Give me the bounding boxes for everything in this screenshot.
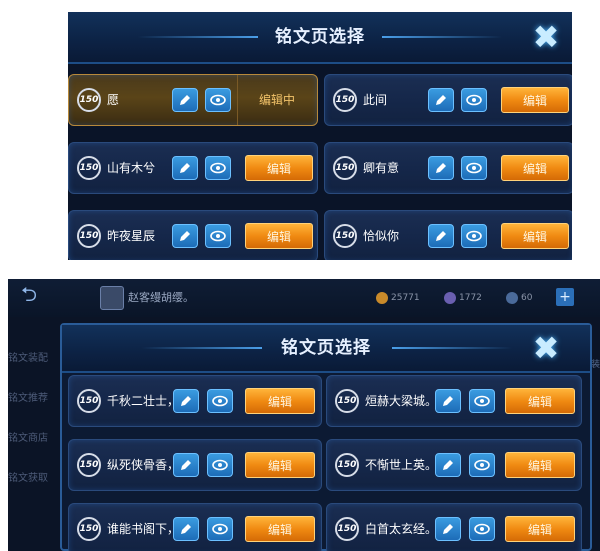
eye-icon[interactable]	[461, 88, 487, 112]
coupon-value: 60	[521, 293, 533, 303]
editing-status: 编辑中	[237, 75, 316, 125]
edit-button[interactable]: 编辑	[501, 155, 569, 181]
edit-button[interactable]: 编辑	[501, 223, 569, 249]
edit-button[interactable]: 编辑	[245, 223, 313, 249]
rune-page-card[interactable]: 150 纵死侠骨香， 编辑	[68, 439, 322, 491]
eye-icon[interactable]	[469, 389, 495, 413]
player-name: 赵客缦胡缨。	[128, 291, 194, 304]
rune-page-name: 恰似你	[363, 229, 400, 243]
rune-page-name: 卿有意	[363, 161, 400, 175]
pencil-icon[interactable]	[428, 88, 454, 112]
rune-page-panel: 铭文页选择 ✖ 150 千秋二壮士， 编辑 150 烜赫大梁城。 编辑 150 …	[60, 323, 592, 551]
coupon-icon	[506, 291, 518, 304]
level-badge-icon: 150	[77, 517, 101, 541]
eye-icon[interactable]	[207, 389, 233, 413]
pencil-icon[interactable]	[428, 156, 454, 180]
pencil-icon[interactable]	[173, 389, 199, 413]
rune-page-name: 纵死侠骨香，	[107, 458, 180, 472]
level-badge-icon: 150	[333, 88, 357, 112]
header-decoration	[392, 347, 512, 349]
level-badge-icon: 150	[77, 389, 101, 413]
side-menu-item[interactable]: 铭文推荐	[8, 389, 56, 404]
rune-page-card[interactable]: 150 烜赫大梁城。 编辑	[326, 375, 582, 427]
level-badge-icon: 150	[335, 517, 359, 541]
pencil-icon[interactable]	[173, 517, 199, 541]
rune-page-name: 山有木兮	[107, 161, 156, 175]
pencil-icon[interactable]	[172, 224, 198, 248]
level-badge-icon: 150	[333, 224, 357, 248]
edit-button[interactable]: 编辑	[505, 452, 575, 478]
eye-icon[interactable]	[469, 453, 495, 477]
edit-button[interactable]: 编辑	[505, 516, 575, 542]
diamond-icon	[444, 291, 456, 304]
rune-page-dialog-1: 铭文页选择 ✖ 150 愿 编辑中 150 此间 编辑 150 山有木兮 编辑 …	[68, 12, 572, 260]
rune-page-card[interactable]: 150 昨夜星辰 编辑	[68, 210, 318, 260]
eye-icon[interactable]	[205, 156, 231, 180]
rune-page-name: 烜赫大梁城。	[365, 394, 438, 408]
edit-button[interactable]: 编辑	[245, 516, 315, 542]
side-menu-item[interactable]: 铭文获取	[8, 469, 56, 484]
rune-page-card[interactable]: 150 卿有意 编辑	[324, 142, 572, 194]
rune-page-name: 谁能书阁下，	[107, 522, 180, 536]
level-badge-icon: 150	[77, 88, 101, 112]
eye-icon[interactable]	[205, 88, 231, 112]
edit-button[interactable]: 编辑	[245, 155, 313, 181]
edit-button[interactable]: 编辑	[501, 87, 569, 113]
rune-page-name: 不惭世上英。	[365, 458, 438, 472]
rune-page-card[interactable]: 150 恰似你 编辑	[324, 210, 572, 260]
pencil-icon[interactable]	[435, 517, 461, 541]
dialog-header: 铭文页选择 ✖	[68, 12, 572, 64]
avatar[interactable]	[100, 286, 124, 310]
rune-page-name: 愿	[107, 93, 120, 107]
pencil-icon[interactable]	[172, 156, 198, 180]
rune-page-card[interactable]: 150 谁能书阁下， 编辑	[68, 503, 322, 551]
eye-icon[interactable]	[461, 224, 487, 248]
rune-page-dialog-2: ⮌ 赵客缦胡缨。 25771 1772 60 + 铭文装配 铭文推荐 铭文商店 …	[8, 279, 600, 551]
rune-page-name: 白首太玄经。	[365, 522, 438, 536]
eye-icon[interactable]	[207, 517, 233, 541]
rune-page-name: 昨夜星辰	[107, 229, 156, 243]
back-arrow-icon[interactable]: ⮌	[12, 282, 46, 309]
gold-coin-icon	[376, 291, 388, 304]
rune-page-name: 千秋二壮士，	[107, 394, 180, 408]
top-bar: ⮌ 赵客缦胡缨。 25771 1772 60 +	[8, 279, 600, 317]
side-menu-item[interactable]: 铭文商店	[8, 429, 56, 444]
rune-page-card[interactable]: 150 不惭世上英。 编辑	[326, 439, 582, 491]
diamond-counter: 1772	[444, 279, 482, 317]
level-badge-icon: 150	[77, 453, 101, 477]
edit-button[interactable]: 编辑	[245, 388, 315, 414]
rune-page-card[interactable]: 150 白首太玄经。 编辑	[326, 503, 582, 551]
diamond-value: 1772	[459, 293, 482, 303]
eye-icon[interactable]	[469, 517, 495, 541]
add-currency-button[interactable]: +	[556, 288, 574, 306]
pencil-icon[interactable]	[173, 453, 199, 477]
level-badge-icon: 150	[77, 224, 101, 248]
pencil-icon[interactable]	[435, 453, 461, 477]
edit-button[interactable]: 编辑	[505, 388, 575, 414]
rune-page-card[interactable]: 150 山有木兮 编辑	[68, 142, 318, 194]
rune-page-card[interactable]: 150 此间 编辑	[324, 74, 572, 126]
level-badge-icon: 150	[335, 389, 359, 413]
level-badge-icon: 150	[77, 156, 101, 180]
rune-page-card[interactable]: 150 千秋二壮士， 编辑	[68, 375, 322, 427]
eye-icon[interactable]	[461, 156, 487, 180]
close-icon[interactable]: ✖	[524, 15, 568, 59]
level-badge-icon: 150	[333, 156, 357, 180]
coupon-counter: 60	[506, 279, 532, 317]
edit-button[interactable]: 编辑	[245, 452, 315, 478]
gold-counter: 25771	[376, 279, 420, 317]
eye-icon[interactable]	[205, 224, 231, 248]
pencil-icon[interactable]	[428, 224, 454, 248]
level-badge-icon: 150	[335, 453, 359, 477]
dialog-header: 铭文页选择 ✖	[62, 325, 590, 373]
close-icon[interactable]: ✖	[524, 326, 568, 370]
eye-icon[interactable]	[207, 453, 233, 477]
rune-page-name: 此间	[363, 93, 388, 107]
header-decoration	[382, 36, 502, 38]
rune-page-card[interactable]: 150 愿 编辑中	[68, 74, 318, 126]
pencil-icon[interactable]	[172, 88, 198, 112]
pencil-icon[interactable]	[435, 389, 461, 413]
side-menu-item[interactable]: 铭文装配	[8, 349, 56, 364]
gold-value: 25771	[391, 293, 420, 303]
